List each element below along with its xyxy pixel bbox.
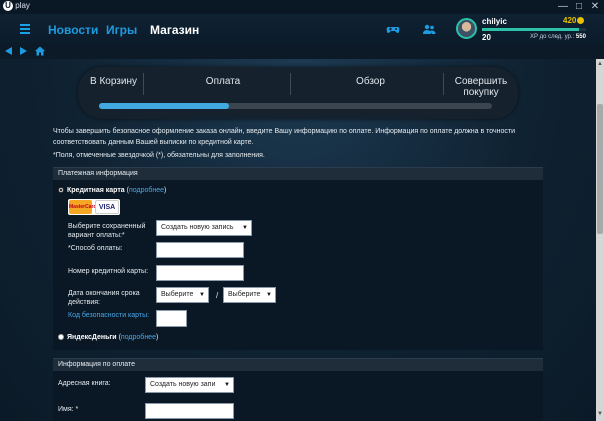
credit-card-radio[interactable] (58, 187, 64, 193)
chevron-down-icon: ▼ (199, 292, 205, 298)
maximize-button[interactable]: □ (573, 1, 585, 13)
saved-option-label: Выберите сохраненный вариант оплаты:* (68, 223, 146, 239)
chevron-down-icon: ▼ (266, 292, 272, 298)
card-number-label: Номер кредитной карты: (68, 268, 149, 275)
nav-shop[interactable]: Магазин (150, 23, 199, 37)
address-book-label: Адресная книга: (58, 380, 111, 387)
xp-next-level: XP до след. ур.: 550 (530, 34, 586, 40)
xp-progress-bar (482, 28, 586, 31)
yandex-label: ЯндексДеньги (67, 334, 117, 341)
expiry-month-value: Выберите (161, 291, 194, 298)
intro-text: Чтобы завершить безопасное оформление за… (53, 128, 516, 146)
required-note: *Поля, отмеченные звездочкой (*), обязат… (53, 152, 265, 159)
scroll-down-icon[interactable]: ▼ (597, 411, 603, 417)
step-divider (143, 73, 144, 95)
billing-section: Информация по оплате Адресная книга: Соз… (53, 358, 543, 421)
checkout-progress (99, 103, 492, 109)
yandex-radio[interactable] (58, 334, 64, 340)
forward-arrow-icon[interactable] (20, 47, 27, 55)
address-book-value: Создать новую запи (150, 381, 216, 388)
avatar[interactable] (456, 18, 477, 39)
expiry-month-select[interactable]: Выберите ▼ (156, 287, 209, 303)
nav-news[interactable]: Новости (48, 23, 98, 37)
saved-option-value: Создать новую запись (161, 224, 234, 231)
menu-icon[interactable] (20, 24, 30, 34)
checkout-steps: В Корзину Оплата Обзор Совершить покупку (78, 67, 518, 119)
credit-card-option: Кредитная карта (подробнее) (67, 187, 167, 194)
nav-games[interactable]: Игры (106, 23, 137, 37)
expiry-year-value: Выберите (228, 291, 261, 298)
chevron-down-icon: ▼ (224, 382, 230, 388)
friends-icon[interactable] (422, 24, 436, 35)
uplay-logo-icon: U (3, 1, 13, 11)
xp-label: XP до след. ур.: (530, 34, 575, 40)
method-label: *Способ оплаты: (68, 245, 123, 252)
checkout-progress-fill (99, 103, 229, 109)
close-button[interactable]: ✕ (589, 1, 601, 13)
back-arrow-icon[interactable] (5, 47, 12, 55)
address-book-select[interactable]: Создать новую запи ▼ (145, 377, 234, 393)
step-review: Обзор (356, 76, 385, 87)
expiry-year-select[interactable]: Выберите ▼ (223, 287, 276, 303)
card-logos: MasterCard VISA (68, 199, 120, 215)
name-field[interactable] (145, 403, 234, 419)
name-label: Имя: * (58, 406, 79, 413)
step-purchase: Совершить покупку (454, 76, 508, 98)
card-number-field[interactable] (156, 265, 244, 281)
billing-section-title: Информация по оплате (53, 359, 543, 371)
cvv-field[interactable] (156, 310, 187, 327)
step-divider (443, 73, 444, 95)
credit-card-more-link[interactable]: подробнее (129, 187, 164, 194)
logo-text: play (15, 1, 30, 11)
shop-content: В Корзину Оплата Обзор Совершить покупку… (0, 59, 596, 421)
expiry-separator: / (216, 291, 219, 300)
step-divider (290, 73, 291, 95)
yandex-more-link[interactable]: подробнее (121, 334, 156, 341)
username[interactable]: chilyic (482, 17, 507, 26)
xp-value: 550 (575, 34, 586, 40)
step-payment: Оплата (205, 76, 241, 87)
expiry-label: Дата окончания срока действия: (68, 290, 140, 306)
payment-method-field[interactable] (156, 242, 244, 258)
minimize-button[interactable]: — (557, 1, 569, 13)
gamepad-icon[interactable] (386, 24, 400, 35)
payment-section: Платежная информация Кредитная карта (по… (53, 167, 543, 350)
chevron-down-icon: ▼ (242, 225, 248, 231)
saved-option-select[interactable]: Создать новую запись ▼ (156, 220, 252, 236)
step-cart: В Корзину (90, 76, 137, 87)
scroll-thumb[interactable] (597, 104, 603, 234)
mastercard-logo: MasterCard (69, 200, 97, 214)
uplay-logo: U play (3, 1, 30, 11)
coin-icon (577, 17, 585, 24)
credit-card-label: Кредитная карта (67, 187, 125, 194)
coins-value: 420 (563, 16, 577, 25)
payment-section-title: Платежная информация (53, 168, 543, 180)
browser-toolbar (0, 44, 604, 59)
page-scrollbar[interactable]: ▲ ▼ (596, 59, 604, 421)
home-icon[interactable] (35, 46, 45, 56)
xp-progress-fill (482, 28, 579, 31)
title-bar: U play — □ ✕ (0, 0, 604, 14)
yandex-option: ЯндексДеньги (подробнее) (67, 334, 159, 341)
cvv-label-link[interactable]: Код безопасности карты: (68, 311, 149, 320)
coins-counter: 420 (563, 16, 585, 25)
visa-logo: VISA (95, 200, 119, 214)
level-value: 20 (482, 33, 491, 42)
scroll-up-icon[interactable]: ▲ (597, 61, 603, 67)
